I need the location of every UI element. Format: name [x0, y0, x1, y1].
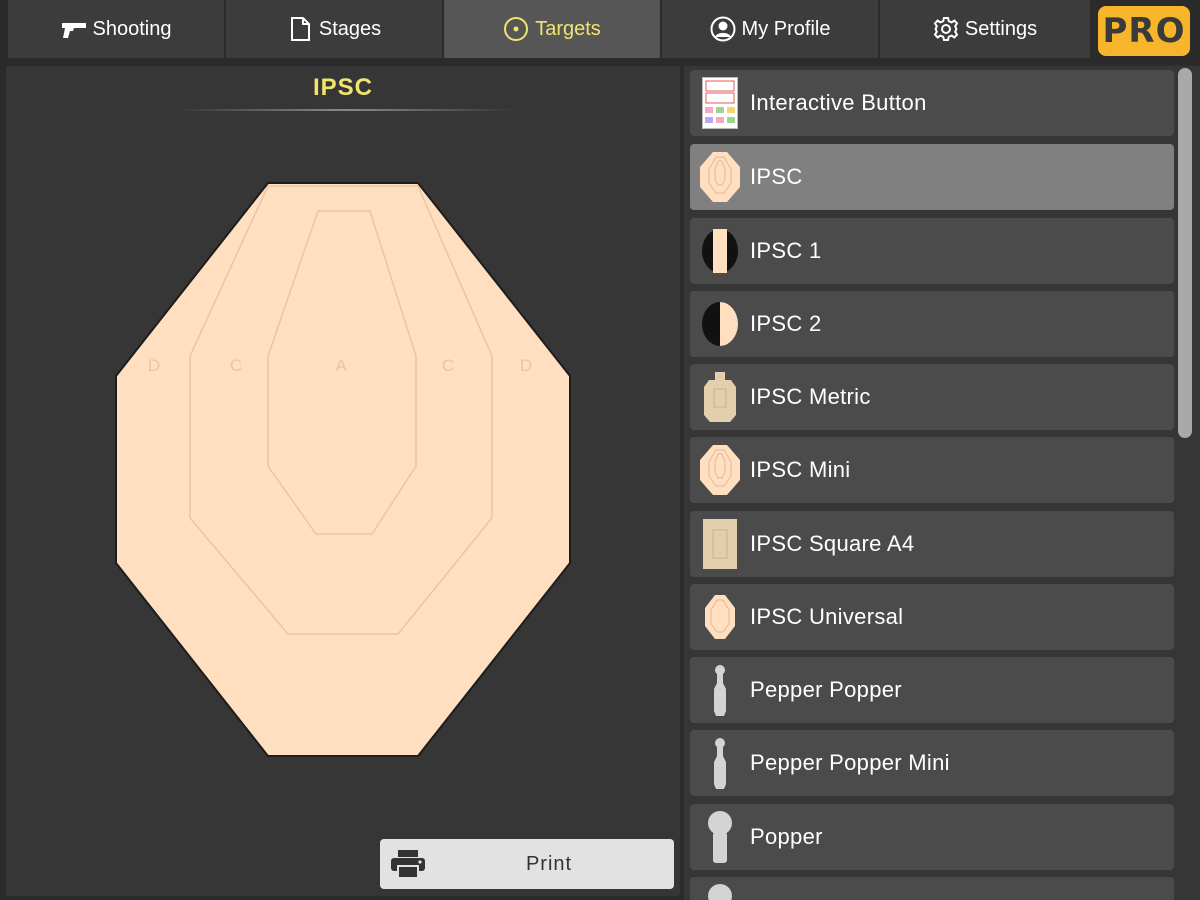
list-item-interactive-button[interactable]: Interactive Button	[690, 70, 1174, 136]
ipsc-metric-target-icon	[697, 369, 743, 425]
tab-stages[interactable]: Stages	[226, 0, 442, 58]
list-item-partial[interactable]	[690, 877, 1174, 900]
tab-label: My Profile	[741, 17, 831, 40]
tab-label: Stages	[318, 17, 382, 40]
list-item-label: Popper	[750, 824, 823, 849]
pistol-icon	[61, 16, 87, 42]
list-item-label: IPSC Mini	[750, 457, 851, 482]
popper-icon	[697, 882, 743, 900]
list-item-ipsc-2[interactable]: IPSC 2	[690, 291, 1174, 357]
list-item-label: IPSC Universal	[750, 604, 904, 629]
top-tab-bar: Shooting Stages Targets My Profile Setti…	[0, 0, 1200, 62]
printer-icon	[390, 849, 426, 885]
pro-badge[interactable]: PRO	[1098, 6, 1190, 56]
interactive-button-icon	[697, 75, 743, 131]
pepper-popper-icon	[697, 662, 743, 718]
list-item-ipsc-mini[interactable]: IPSC Mini	[690, 437, 1174, 503]
zone-label: A	[335, 356, 347, 375]
profile-icon	[710, 16, 736, 42]
tab-settings[interactable]: Settings	[880, 0, 1090, 58]
ipsc-universal-target-icon	[697, 589, 743, 645]
list-item-label: IPSC 2	[750, 311, 822, 336]
target-icon	[503, 16, 529, 42]
tab-label: Settings	[964, 17, 1038, 40]
zone-label: C	[230, 356, 242, 375]
list-item-label: IPSC 1	[750, 238, 822, 263]
list-item-ipsc-universal[interactable]: IPSC Universal	[690, 584, 1174, 650]
target-outer-zone	[115, 182, 571, 757]
list-item-ipsc[interactable]: IPSC	[690, 144, 1174, 210]
ipsc-1-target-icon	[697, 223, 743, 279]
target-list: Interactive Button IPSC IPSC 1 IPSC 2 IP…	[684, 66, 1200, 900]
document-icon	[287, 16, 313, 42]
zone-label: C	[442, 356, 454, 375]
popper-icon	[697, 809, 743, 865]
list-item-ipsc-metric[interactable]: IPSC Metric	[690, 364, 1174, 430]
tab-my-profile[interactable]: My Profile	[662, 0, 878, 58]
tab-label: Shooting	[92, 17, 172, 40]
list-item-label: IPSC Metric	[750, 384, 871, 409]
tab-targets[interactable]: Targets	[444, 0, 660, 58]
ipsc-square-a4-target-icon	[697, 516, 743, 572]
pepper-popper-mini-icon	[697, 735, 743, 791]
list-item-label: Pepper Popper Mini	[750, 750, 950, 775]
list-item-ipsc-1[interactable]: IPSC 1	[690, 218, 1174, 284]
tab-label: Targets	[535, 17, 601, 40]
ipsc-target-icon	[697, 149, 743, 205]
gear-icon	[933, 16, 959, 42]
zone-label: D	[520, 356, 532, 375]
list-scrollbar[interactable]	[1178, 68, 1192, 438]
list-item-pepper-popper-mini[interactable]: Pepper Popper Mini	[690, 730, 1174, 796]
list-item-ipsc-square-a4[interactable]: IPSC Square A4	[690, 511, 1174, 577]
target-preview-panel: IPSC D C A C D Print	[6, 66, 680, 896]
print-button[interactable]: Print	[380, 839, 674, 889]
tab-shooting[interactable]: Shooting	[8, 0, 224, 58]
list-item-popper[interactable]: Popper	[690, 804, 1174, 870]
ipsc-target-preview: D C A C D	[115, 182, 571, 757]
list-item-label: IPSC	[750, 164, 803, 189]
zone-label: D	[148, 356, 160, 375]
list-item-label: IPSC Square A4	[750, 531, 915, 556]
list-item-pepper-popper[interactable]: Pepper Popper	[690, 657, 1174, 723]
ipsc-mini-target-icon	[697, 442, 743, 498]
ipsc-2-target-icon	[697, 296, 743, 352]
list-item-label: Pepper Popper	[750, 677, 902, 702]
list-item-label: Interactive Button	[750, 90, 927, 115]
